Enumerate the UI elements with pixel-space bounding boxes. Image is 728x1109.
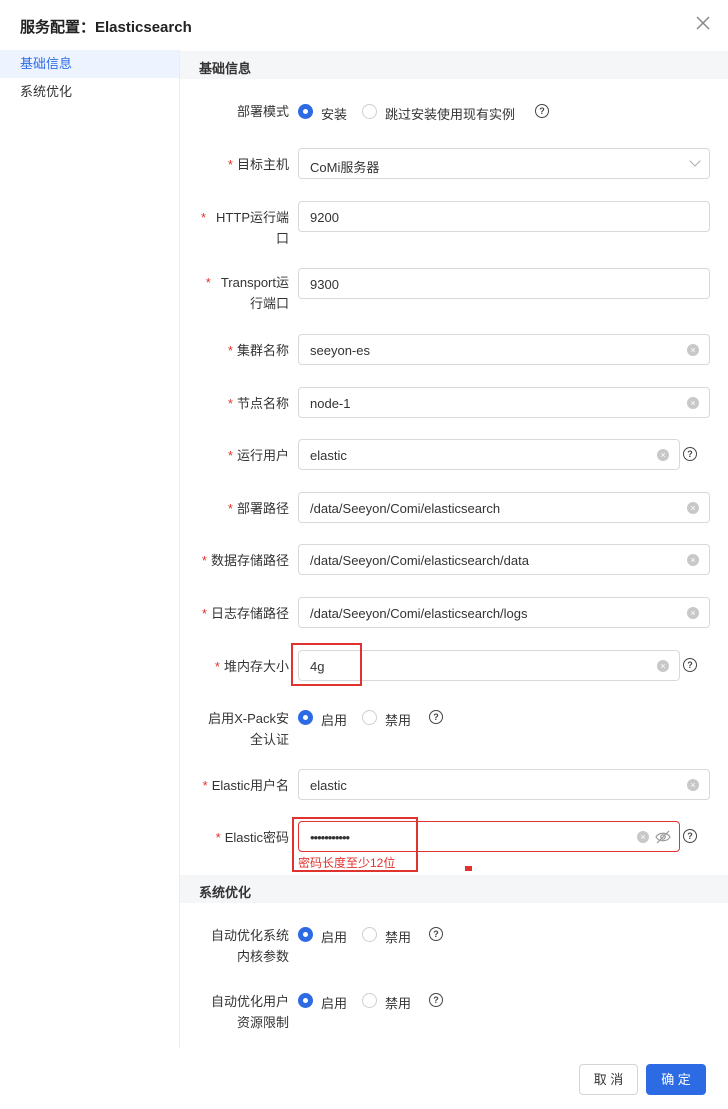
http-port-value: 9200 [310,210,339,225]
xpack-label: 启用X-Pack安 全认证 [208,711,289,747]
log-path-value: /data/Seeyon/Comi/elasticsearch/logs [310,606,528,621]
elastic-password-value: ••••••••••• [310,830,350,845]
http-port-input[interactable]: 9200 [298,201,710,232]
kernel-opt-enable-radio[interactable] [298,927,313,942]
elastic-pwd-label: * Elastic密码 [215,830,289,845]
confirm-button[interactable]: 确 定 [646,1064,706,1095]
run-user-label: * 运行用户 [227,448,289,463]
section-header-optimize: 系统优化 [180,875,728,903]
limit-opt-disable-radio[interactable] [362,993,377,1008]
elastic-password-input[interactable]: ••••••••••• × [298,821,680,852]
clear-icon[interactable]: × [657,449,669,461]
help-icon[interactable]: ? [683,658,697,672]
chevron-down-icon [689,155,701,167]
sidebar: 基础信息 系统优化 [0,50,180,1048]
log-path-label: * 日志存储路径 [201,606,289,621]
deploy-path-value: /data/Seeyon/Comi/elasticsearch [310,501,501,516]
xpack-disable-label: 禁用 [385,713,412,728]
xpack-enable-radio[interactable] [298,710,313,725]
help-icon[interactable]: ? [535,104,549,118]
transport-port-value: 9300 [310,277,339,292]
clear-icon[interactable]: × [637,831,649,843]
run-user-input[interactable]: elastic × [298,439,680,470]
data-path-input[interactable]: /data/Seeyon/Comi/elasticsearch/data × [298,544,710,575]
node-name-input[interactable]: node-1 × [298,387,710,418]
sidebar-item-basic[interactable]: 基础信息 [0,50,179,78]
transport-port-input[interactable]: 9300 [298,268,710,299]
clear-icon[interactable]: × [687,502,699,514]
section-title-basic: 基础信息 [199,61,252,76]
help-icon[interactable]: ? [683,829,697,843]
kernel-opt-disable-label: 禁用 [385,930,412,945]
cluster-name-input[interactable]: seeyon-es × [298,334,710,365]
cluster-name-label: * 集群名称 [227,343,289,358]
limit-opt-label: 自动优化用户 资源限制 [210,994,289,1030]
elastic-user-value: elastic [310,778,347,793]
heap-size-value: 4g [310,659,325,674]
kernel-opt-enable-label: 启用 [321,930,348,945]
deploy-mode-install-label: 安装 [321,107,348,122]
red-marker [465,866,472,871]
help-icon[interactable]: ? [683,447,697,461]
sidebar-item-optimize[interactable]: 系统优化 [0,78,179,106]
deploy-mode-label: 部署模式 [236,104,289,119]
limit-opt-enable-label: 启用 [321,996,348,1011]
help-icon[interactable]: ? [429,993,443,1007]
deploy-path-label: * 部署路径 [227,501,289,516]
password-error-text: 密码长度至少12位 [298,856,396,870]
cluster-name-value: seeyon-es [310,343,370,358]
clear-icon[interactable]: × [657,660,669,672]
clear-icon[interactable]: × [687,397,699,409]
clear-icon[interactable]: × [687,779,699,791]
elastic-user-input[interactable]: elastic × [298,769,710,800]
deploy-path-input[interactable]: /data/Seeyon/Comi/elasticsearch × [298,492,710,523]
heap-size-label: * 堆内存大小 [214,659,289,674]
heap-size-input[interactable]: 4g × [298,650,680,681]
kernel-opt-disable-radio[interactable] [362,927,377,942]
data-path-label: * 数据存储路径 [201,553,289,568]
data-path-value: /data/Seeyon/Comi/elasticsearch/data [310,553,529,568]
eye-off-icon[interactable] [655,830,671,844]
target-host-label: * 目标主机 [227,157,289,172]
deploy-mode-install-radio[interactable] [298,104,313,119]
xpack-enable-label: 启用 [321,713,348,728]
limit-opt-disable-label: 禁用 [385,996,412,1011]
section-title-optimize: 系统优化 [199,885,252,900]
clear-icon[interactable]: × [687,607,699,619]
dialog-header: 服务配置：Elasticsearch [0,0,728,50]
section-header-basic: 基础信息 [180,51,728,79]
cancel-button[interactable]: 取 消 [579,1064,638,1095]
run-user-value: elastic [310,448,347,463]
transport-port-label: * Transport运 行端口 [205,275,289,311]
clear-icon[interactable]: × [687,344,699,356]
target-host-value: CoMi服务器 [310,160,380,175]
close-icon[interactable] [693,13,713,33]
kernel-opt-label: 自动优化系统 内核参数 [210,928,289,964]
help-icon[interactable]: ? [429,710,443,724]
deploy-mode-skip-label: 跳过安装使用现有实例 [385,107,516,122]
http-port-label: * HTTP运行端 口 [200,210,289,246]
target-host-select[interactable]: CoMi服务器 [298,148,710,179]
node-name-label: * 节点名称 [227,396,289,411]
log-path-input[interactable]: /data/Seeyon/Comi/elasticsearch/logs × [298,597,710,628]
node-name-value: node-1 [310,396,351,411]
dialog-title: 服务配置：Elasticsearch [20,19,192,36]
limit-opt-enable-radio[interactable] [298,993,313,1008]
help-icon[interactable]: ? [429,927,443,941]
xpack-disable-radio[interactable] [362,710,377,725]
clear-icon[interactable]: × [687,554,699,566]
deploy-mode-skip-radio[interactable] [362,104,377,119]
elastic-user-label: * Elastic用户名 [202,778,289,793]
